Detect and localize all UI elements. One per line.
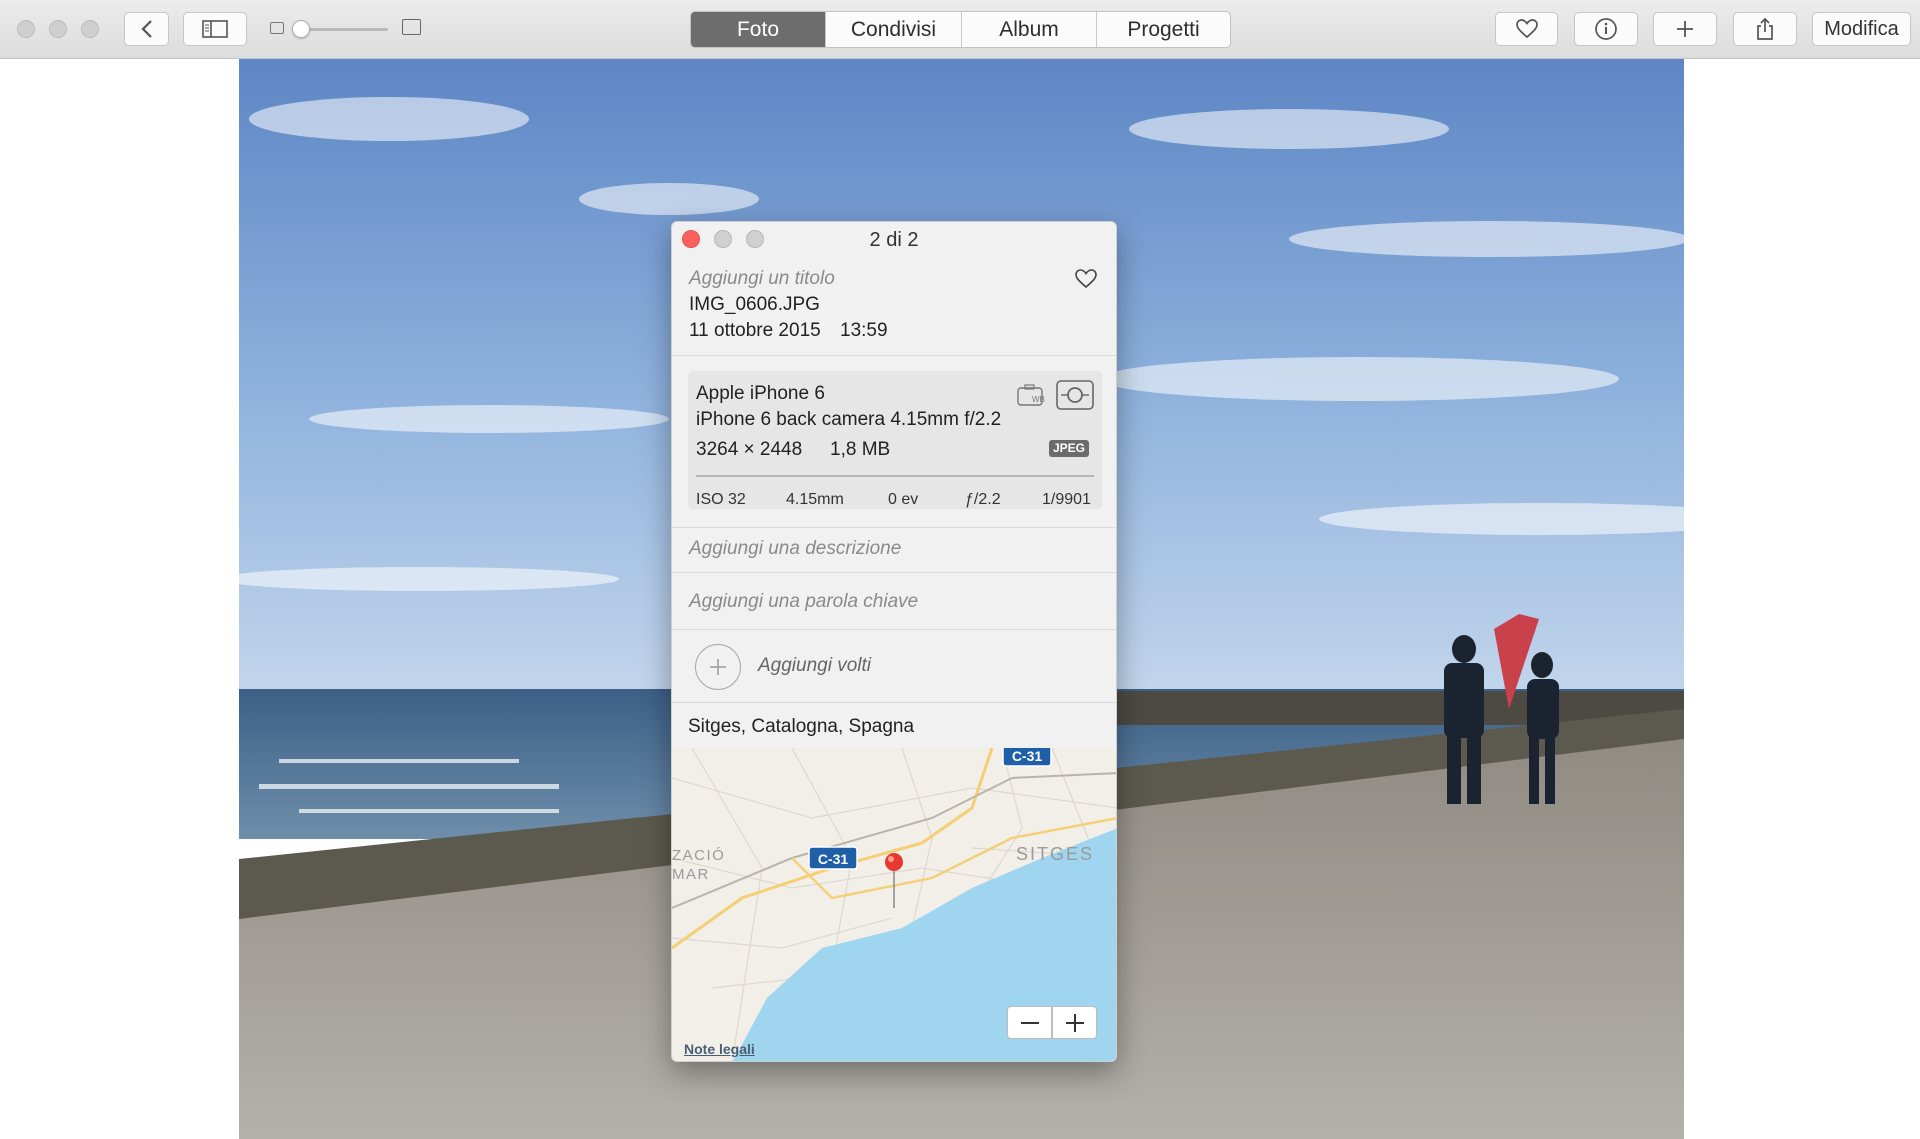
exif-aperture: ƒ/2.2 (965, 491, 1001, 508)
road-label-top: C-31 (1012, 748, 1043, 764)
legal-notes-link[interactable]: Note legali (684, 1041, 755, 1057)
map-partial-label: MAR (672, 866, 710, 883)
favorite-heart-icon[interactable] (1075, 269, 1097, 289)
exif-shutter: 1/9901 (1042, 491, 1091, 508)
camera-lens: iPhone 6 back camera 4.15mm f/2.2 (696, 409, 1002, 430)
add-button[interactable] (1653, 12, 1717, 46)
divider (672, 355, 1116, 356)
keyword-field[interactable]: Aggiungi una parola chiave (689, 591, 918, 613)
plus-icon (1065, 1013, 1084, 1032)
title-field[interactable]: Aggiungi un titolo (689, 268, 835, 290)
plus-icon (710, 659, 726, 675)
zoom-out-button[interactable] (1007, 1006, 1052, 1039)
share-button[interactable] (1733, 12, 1797, 46)
divider (672, 527, 1116, 528)
window-zoom-button[interactable] (81, 20, 99, 38)
window-close-button[interactable] (17, 20, 35, 38)
camera-model: Apple iPhone 6 (696, 383, 825, 404)
info-panel: 2 di 2 Aggiungi un titolo IMG_0606.JPG 1… (671, 221, 1117, 1062)
info-icon (1595, 18, 1617, 40)
view-tabs: Foto Condivisi Album Progetti (690, 11, 1231, 48)
heart-icon (1515, 19, 1538, 39)
photo-dimensions: 3264 × 2448 (696, 439, 803, 460)
town-label: SITGES (1016, 844, 1094, 864)
divider (672, 629, 1116, 630)
plus-icon (1677, 21, 1693, 37)
filename: IMG_0606.JPG (689, 294, 820, 315)
large-photo-icon (402, 19, 421, 35)
share-icon (1757, 17, 1773, 40)
photo-filesize: 1,8 MB (830, 439, 891, 460)
sidebar-icon (202, 20, 228, 38)
favorite-button[interactable] (1495, 12, 1558, 46)
exif-divider (696, 475, 1094, 477)
location-label: Sitges, Catalogna, Spagna (688, 716, 915, 737)
edit-button[interactable]: Modifica (1812, 12, 1911, 46)
tab-album[interactable]: Album (962, 12, 1097, 47)
photo-date: 11 ottobre 2015 (689, 320, 821, 341)
camera-info-box: Apple iPhone 6 WB iPhone 6 back camera 4… (688, 371, 1102, 509)
zoom-in-button[interactable] (1052, 1006, 1097, 1039)
svg-text:WB: WB (1032, 395, 1045, 404)
metering-icon (1056, 380, 1094, 410)
toolbar: Foto Condivisi Album Progetti Modifica (0, 0, 1920, 59)
exif-focal: 4.15mm (786, 491, 844, 508)
back-chevron-icon (140, 20, 152, 38)
small-photo-icon (270, 22, 284, 34)
photo-time: 13:59 (840, 320, 888, 341)
window-minimize-button[interactable] (49, 20, 67, 38)
back-button[interactable] (124, 12, 169, 46)
map-partial-label: ZACIÓ (672, 847, 725, 864)
slider-knob[interactable] (292, 20, 310, 38)
road-label-mid: C-31 (818, 851, 849, 867)
tab-progetti[interactable]: Progetti (1097, 12, 1230, 47)
info-button[interactable] (1574, 12, 1638, 46)
add-faces-button[interactable] (695, 644, 741, 690)
divider (672, 702, 1116, 703)
white-balance-icon: WB (1017, 384, 1045, 406)
divider (672, 572, 1116, 573)
description-field[interactable]: Aggiungi una descrizione (689, 538, 901, 560)
format-badge: JPEG (1049, 440, 1090, 457)
add-faces-label[interactable]: Aggiungi volti (758, 655, 871, 677)
minus-icon (1020, 1021, 1039, 1024)
exif-iso: ISO 32 (696, 491, 746, 508)
tab-condivisi[interactable]: Condivisi (826, 12, 962, 47)
panel-title: 2 di 2 (869, 229, 919, 251)
tab-foto[interactable]: Foto (691, 12, 826, 47)
thumbnail-size-slider[interactable] (268, 14, 428, 44)
sidebar-toggle-button[interactable] (183, 12, 247, 46)
exif-ev: 0 ev (888, 491, 919, 508)
